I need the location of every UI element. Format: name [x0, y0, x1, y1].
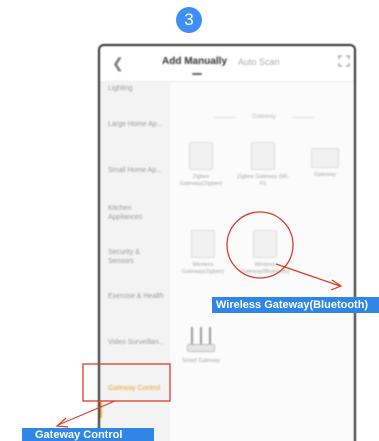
- router-icon: [185, 326, 217, 354]
- device-item-wireless-gateway-zigbee[interactable]: Wireless Gateway(Zigbee): [174, 230, 232, 276]
- device-list: Gateway Zigbee Gateway(Zigbee) Zigbee Ga…: [172, 82, 354, 441]
- gateway-thumbnail: [191, 230, 215, 258]
- active-tab-indicator: [192, 73, 202, 75]
- sidebar-item-exercise-health[interactable]: Exercise & Health: [108, 292, 166, 301]
- gateway-thumbnail: [251, 142, 275, 170]
- sidebar-item-kitchen-appliances[interactable]: Kitchen Appliances: [108, 204, 166, 222]
- category-sidebar: Lighting Large Home Ap... Small Home Ap.…: [100, 82, 170, 441]
- sidebar-item-video-surveillance[interactable]: Video Surveillan...: [108, 338, 166, 347]
- device-item-label: Gateway: [314, 172, 336, 178]
- gateway-thumbnail: [311, 148, 339, 168]
- gateway-control-callout: Gateway Control: [22, 428, 154, 441]
- phone-screen: ❮ Add Manually Auto Scan Lighting Large …: [98, 44, 356, 441]
- sidebar-item-security-sensors[interactable]: Security & Sensors: [108, 248, 166, 266]
- step-number-badge: 3: [176, 7, 202, 33]
- sidebar-item-small-home-appliances[interactable]: Small Home Ap...: [108, 166, 166, 175]
- device-item-wireless-gateway-bluetooth[interactable]: Wireless Gateway(Bluetooth): [236, 230, 294, 276]
- device-item-zigbee-gateway[interactable]: Zigbee Gateway(Zigbee): [172, 142, 230, 188]
- sidebar-item-gateway-control[interactable]: Gateway Control: [108, 384, 166, 393]
- active-category-marker: [100, 402, 102, 418]
- device-item-smart-gateway[interactable]: Smart Gateway: [172, 326, 230, 365]
- device-item-zigbee-gateway-wifi[interactable]: Zigbee Gateway (Wi-Fi): [234, 142, 292, 188]
- scan-icon[interactable]: [338, 55, 350, 67]
- sidebar-item-lighting[interactable]: Lighting: [108, 84, 166, 93]
- device-item-label: Zigbee Gateway(Zigbee): [179, 174, 223, 187]
- wireless-gateway-callout: Wireless Gateway(Bluetooth): [212, 297, 379, 313]
- device-item-gateway[interactable]: Gateway: [296, 142, 354, 179]
- device-item-label: Zigbee Gateway (Wi-Fi): [237, 174, 289, 187]
- sidebar-item-large-home-appliances[interactable]: Large Home Ap...: [108, 120, 166, 129]
- tab-auto-scan[interactable]: Auto Scan: [238, 57, 280, 67]
- arrowhead-gateway: [55, 417, 69, 428]
- top-bar: ❮ Add Manually Auto Scan: [100, 46, 354, 82]
- tab-add-manually[interactable]: Add Manually: [162, 56, 227, 67]
- device-item-label: Smart Gateway: [182, 358, 220, 364]
- gateway-thumbnail: [189, 142, 213, 170]
- device-item-label: Wireless Gateway(Bluetooth): [240, 262, 290, 275]
- gateway-thumbnail: [253, 230, 277, 258]
- device-item-label: Wireless Gateway(Zigbee): [181, 262, 225, 275]
- chevron-left-icon[interactable]: ❮: [112, 55, 124, 72]
- section-title: Gateway: [252, 114, 276, 120]
- section-divider-right: [292, 117, 314, 118]
